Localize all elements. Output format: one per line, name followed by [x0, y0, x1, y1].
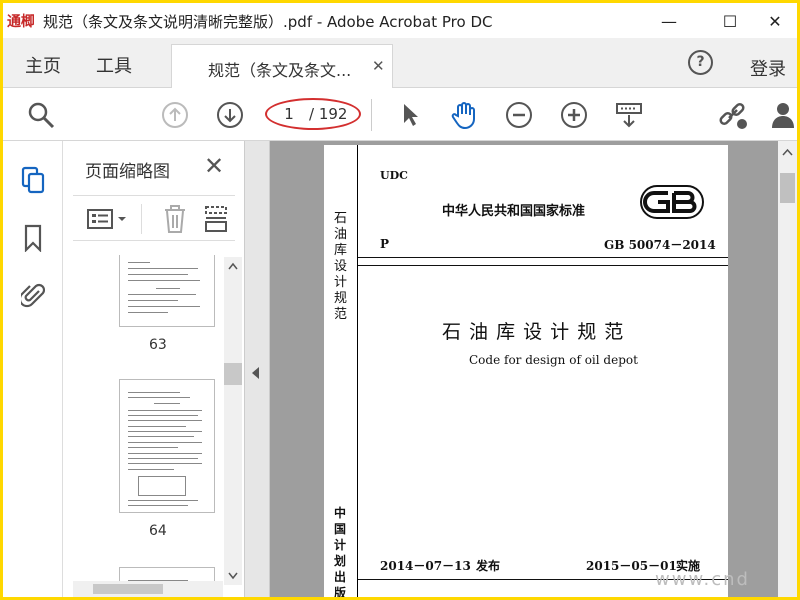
horizontal-scrollbar-thumb[interactable]	[93, 584, 163, 594]
navigation-rail	[3, 141, 63, 597]
rotate-page-icon[interactable]	[203, 204, 229, 234]
tab-home[interactable]: 主页	[25, 52, 61, 78]
app-icon: 通楖	[7, 14, 35, 30]
close-tab-icon[interactable]: ✕	[372, 57, 385, 75]
thumbnail-scrollbar-thumb[interactable]	[224, 363, 242, 385]
document-scrollbar[interactable]	[778, 141, 797, 597]
select-cursor-icon[interactable]	[394, 99, 426, 131]
zoom-out-icon[interactable]	[503, 99, 535, 131]
hand-tool-icon[interactable]	[448, 99, 480, 131]
document-title-cn: 石 油 库 设 计 规 范	[442, 321, 625, 343]
app-window: 通楖 规范（条文及条文说明清晰完整版）.pdf - Adobe Acrobat …	[3, 3, 797, 597]
issue-date: 2014－07－13	[380, 559, 471, 573]
share-link-icon[interactable]	[717, 99, 749, 131]
search-icon[interactable]	[25, 99, 57, 131]
page-thumbnails-icon[interactable]	[19, 165, 47, 195]
thumbnail-label: 64	[149, 523, 167, 539]
watermark: www.cnd	[655, 569, 750, 590]
thumbnail-page-63[interactable]	[119, 255, 215, 327]
thumbnail-page-64[interactable]	[119, 379, 215, 513]
thumbnail-scrollbar[interactable]	[224, 257, 242, 585]
thumbnail-table	[138, 476, 186, 496]
close-panel-icon[interactable]: ✕	[204, 152, 224, 180]
cover-spine: 石油库设计规范 中国计划出版	[324, 145, 358, 597]
toolbar: / 192	[3, 89, 797, 141]
spine-title: 石油库设计规范	[334, 211, 348, 322]
panel-title: 页面缩略图	[85, 162, 170, 182]
add-user-icon[interactable]	[769, 99, 797, 131]
thumbnail-label: 63	[149, 337, 167, 353]
page-total: / 192	[309, 105, 348, 123]
pdf-page: 石油库设计规范 中国计划出版 UDC 中华人民共和国国家标准 P GB 5007…	[324, 145, 728, 597]
national-standard-heading: 中华人民共和国国家标准	[442, 204, 586, 219]
panel-toolbar	[73, 195, 235, 241]
thumbnail-horizontal-scrollbar[interactable]	[73, 581, 223, 597]
panel-splitter[interactable]	[244, 141, 270, 597]
header-rule	[358, 257, 728, 258]
previous-page-icon[interactable]	[159, 99, 191, 131]
document-title-en: Code for design of oil depot	[469, 353, 638, 367]
delete-page-icon[interactable]	[163, 204, 189, 234]
spine-publisher: 中国计划出版	[334, 506, 347, 597]
page-navigator: / 192	[269, 101, 359, 127]
tab-bar: 主页 工具 规范（条文及条文... ✕ ? 登录	[3, 38, 797, 88]
next-page-icon[interactable]	[214, 99, 246, 131]
tab-document[interactable]: 规范（条文及条文... ✕	[171, 44, 393, 88]
tab-tools[interactable]: 工具	[96, 52, 132, 78]
zoom-in-icon[interactable]	[558, 99, 590, 131]
login-link[interactable]: 登录	[750, 55, 786, 81]
toolbar-divider	[371, 99, 372, 131]
document-scrollbar-thumb[interactable]	[780, 173, 795, 203]
window-title: 规范（条文及条文说明清晰完整版）.pdf - Adobe Acrobat Pro…	[43, 13, 493, 31]
title-bar: 通楖 规范（条文及条文说明清晰完整版）.pdf - Adobe Acrobat …	[3, 3, 797, 38]
category-label: P	[380, 237, 390, 251]
maximize-button[interactable]: ☐	[708, 7, 752, 35]
thumbnail-panel: 页面缩略图 ✕ 63 64	[64, 141, 244, 597]
udc-label: UDC	[380, 169, 408, 182]
minimize-button[interactable]: —	[647, 7, 691, 35]
header-rule-secondary	[358, 265, 728, 266]
gb-logo	[640, 185, 704, 219]
standard-code: GB 50074－2014	[604, 238, 716, 252]
document-tab-label: 规范（条文及条文...	[208, 61, 352, 80]
help-icon[interactable]: ?	[688, 50, 713, 75]
thumbnail-list: 63 64	[73, 255, 223, 585]
issue-label: 发布	[476, 559, 501, 573]
page-number-input[interactable]	[277, 104, 301, 124]
close-window-button[interactable]: ✕	[753, 7, 797, 35]
panel-toolbar-divider	[141, 204, 142, 234]
page-display-icon[interactable]	[613, 99, 645, 131]
bookmarks-icon[interactable]	[19, 223, 47, 253]
document-view[interactable]: 石油库设计规范 中国计划出版 UDC 中华人民共和国国家标准 P GB 5007…	[270, 141, 778, 597]
attachments-icon[interactable]	[19, 280, 47, 310]
collapse-panel-icon[interactable]	[252, 367, 259, 379]
thumbnail-options-icon[interactable]	[87, 208, 129, 230]
